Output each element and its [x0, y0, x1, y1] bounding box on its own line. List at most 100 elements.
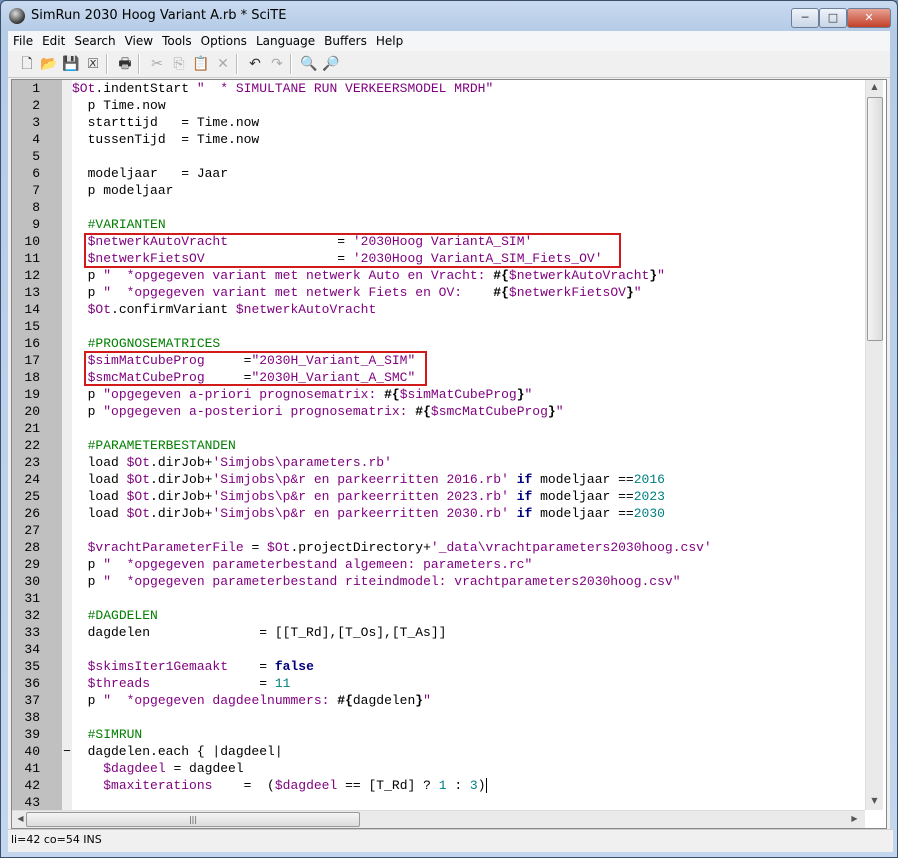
- variable-token: $Ot: [126, 506, 151, 521]
- line-number: 17: [24, 353, 40, 368]
- maximize-button[interactable]: □: [819, 8, 847, 28]
- horizontal-scrollbar[interactable]: ◀ ||| ▶: [12, 810, 865, 828]
- replace-icon[interactable]: 🔎: [322, 55, 340, 73]
- undo-icon[interactable]: ↶: [246, 55, 264, 73]
- copy-icon[interactable]: ⎘: [170, 55, 188, 73]
- string-token: ": [423, 693, 431, 708]
- code-line[interactable]: 24 load $Ot.dirJob+'Simjobs\p&r en parke…: [12, 471, 862, 488]
- close-button[interactable]: ✕: [847, 8, 891, 28]
- save-icon[interactable]: 💾: [62, 55, 80, 73]
- paste-icon[interactable]: 📋: [192, 55, 210, 73]
- string-token: " * SIMULTANE RUN VERKEERSMODEL MRDH": [196, 81, 494, 96]
- code-line[interactable]: 9 #VARIANTEN: [12, 216, 862, 233]
- code-line[interactable]: 37 p " *opgegeven dagdeelnummers: #{dagd…: [12, 692, 862, 709]
- code-line[interactable]: 21: [12, 420, 862, 437]
- code-line[interactable]: 4 tussenTijd = Time.now: [12, 131, 862, 148]
- string-token: ": [524, 387, 533, 402]
- scite-window: SimRun 2030 Hoog Variant A.rb * SciTE ─ …: [0, 0, 898, 858]
- code-line[interactable]: 41 $dagdeel = dagdeel: [12, 760, 862, 777]
- variable-token: $Ot: [126, 489, 151, 504]
- code-text: dagdelen.each { |dagdeel|: [72, 743, 283, 760]
- code-text: starttijd = Time.now: [72, 114, 260, 131]
- code-line[interactable]: 28 $vrachtParameterFile = $Ot.projectDir…: [12, 539, 862, 556]
- code-line[interactable]: 6 modeljaar = Jaar: [12, 165, 862, 182]
- status-bar: li=42 co=54 INS: [8, 829, 893, 852]
- menu-tools[interactable]: Tools: [158, 31, 196, 51]
- menu-buffers[interactable]: Buffers: [320, 31, 371, 51]
- code-line[interactable]: 19 p "opgegeven a-priori prognosematrix:…: [12, 386, 862, 403]
- delete-icon[interactable]: ✕: [214, 55, 232, 73]
- code-line[interactable]: 22 #PARAMETERBESTANDEN: [12, 437, 862, 454]
- horizontal-scroll-thumb[interactable]: |||: [26, 812, 360, 827]
- line-number: 14: [24, 302, 40, 317]
- fold-toggle-icon[interactable]: −: [62, 743, 72, 760]
- line-number: 34: [24, 642, 40, 657]
- scroll-down-icon[interactable]: ▼: [866, 796, 883, 805]
- close-file-icon[interactable]: 🗵: [84, 55, 102, 73]
- scroll-right-icon[interactable]: ▶: [846, 814, 863, 823]
- code-line[interactable]: 30 p " *opgegeven parameterbestand ritei…: [12, 573, 862, 590]
- line-number: 3: [32, 115, 40, 130]
- menu-options[interactable]: Options: [197, 31, 251, 51]
- code-line[interactable]: 7 p modeljaar: [12, 182, 862, 199]
- menu-view[interactable]: View: [121, 31, 157, 51]
- code-line[interactable]: 20 p "opgegeven a-posteriori prognosemat…: [12, 403, 862, 420]
- menu-edit[interactable]: Edit: [38, 31, 69, 51]
- scroll-up-icon[interactable]: ▲: [866, 82, 883, 91]
- code-lines[interactable]: 1 $Ot.indentStart " * SIMULTANE RUN VERKE…: [12, 80, 862, 810]
- string-token: " *opgegeven parameterbestand algemeen: …: [103, 557, 533, 572]
- code-line[interactable]: 23 load $Ot.dirJob+'Simjobs\parameters.r…: [12, 454, 862, 471]
- code-text: p "opgegeven a-priori prognosematrix: #{…: [72, 386, 533, 403]
- code-line[interactable]: 3 starttijd = Time.now: [12, 114, 862, 131]
- minimize-button[interactable]: ─: [791, 8, 819, 28]
- code-line[interactable]: 27: [12, 522, 862, 539]
- code-editor[interactable]: 1 $Ot.indentStart " * SIMULTANE RUN VERKE…: [11, 79, 887, 829]
- print-icon[interactable]: 🖶: [116, 55, 134, 73]
- cut-icon[interactable]: ✂: [148, 55, 166, 73]
- plain-token: .dirJob+: [150, 472, 213, 487]
- code-line[interactable]: 1 $Ot.indentStart " * SIMULTANE RUN VERKE…: [12, 80, 862, 97]
- code-line[interactable]: 38: [12, 709, 862, 726]
- find-icon[interactable]: 🔍: [300, 55, 318, 73]
- open-folder-icon[interactable]: 📂: [40, 55, 58, 73]
- title-bar[interactable]: SimRun 2030 Hoog Variant A.rb * SciTE ─ …: [1, 1, 897, 31]
- line-number: 11: [24, 251, 40, 266]
- code-line[interactable]: 2 p Time.now: [12, 97, 862, 114]
- code-text: $maxiterations = ($dagdeel == [T_Rd] ? 1…: [72, 777, 487, 794]
- code-line[interactable]: 42 $maxiterations = ($dagdeel == [T_Rd] …: [12, 777, 862, 794]
- vertical-scroll-thumb[interactable]: [867, 97, 883, 341]
- menu-help[interactable]: Help: [372, 31, 407, 51]
- menu-search[interactable]: Search: [70, 31, 119, 51]
- plain-token: =: [228, 659, 275, 674]
- code-line[interactable]: 5: [12, 148, 862, 165]
- vertical-scrollbar[interactable]: ▲ ▼: [865, 80, 883, 810]
- code-text: $skimsIter1Gemaakt = false: [72, 658, 314, 675]
- code-line[interactable]: 31: [12, 590, 862, 607]
- code-line[interactable]: 26 load $Ot.dirJob+'Simjobs\p&r en parke…: [12, 505, 862, 522]
- code-line[interactable]: 14 $Ot.confirmVariant $netwerkAutoVracht: [12, 301, 862, 318]
- highlight-box-prognosematrices: [84, 351, 427, 386]
- code-line[interactable]: 35 $skimsIter1Gemaakt = false: [12, 658, 862, 675]
- code-line[interactable]: 32 #DAGDELEN: [12, 607, 862, 624]
- code-line[interactable]: 12 p " *opgegeven variant met netwerk Au…: [12, 267, 862, 284]
- code-line[interactable]: 34: [12, 641, 862, 658]
- code-line[interactable]: 29 p " *opgegeven parameterbestand algem…: [12, 556, 862, 573]
- code-line[interactable]: 36 $threads = 11: [12, 675, 862, 692]
- code-line[interactable]: 39 #SIMRUN: [12, 726, 862, 743]
- toolbar-separator: [106, 54, 108, 74]
- code-line[interactable]: 43: [12, 794, 862, 811]
- code-line[interactable]: 16 #PROGNOSEMATRICES: [12, 335, 862, 352]
- code-line[interactable]: 15: [12, 318, 862, 335]
- redo-icon[interactable]: ↷: [268, 55, 286, 73]
- plain-token: load: [72, 489, 127, 504]
- code-line[interactable]: 8: [12, 199, 862, 216]
- code-line[interactable]: 13 p " *opgegeven variant met netwerk Fi…: [12, 284, 862, 301]
- code-line[interactable]: 25 load $Ot.dirJob+'Simjobs\p&r en parke…: [12, 488, 862, 505]
- code-line[interactable]: 40 − dagdelen.each { |dagdeel|: [12, 743, 862, 760]
- code-line[interactable]: 33 dagdelen = [[T_Rd],[T_Os],[T_As]]: [12, 624, 862, 641]
- menu-file[interactable]: File: [9, 31, 37, 51]
- line-number: 43: [24, 795, 40, 810]
- menu-language[interactable]: Language: [252, 31, 319, 51]
- new-file-icon[interactable]: 🗋: [18, 55, 36, 73]
